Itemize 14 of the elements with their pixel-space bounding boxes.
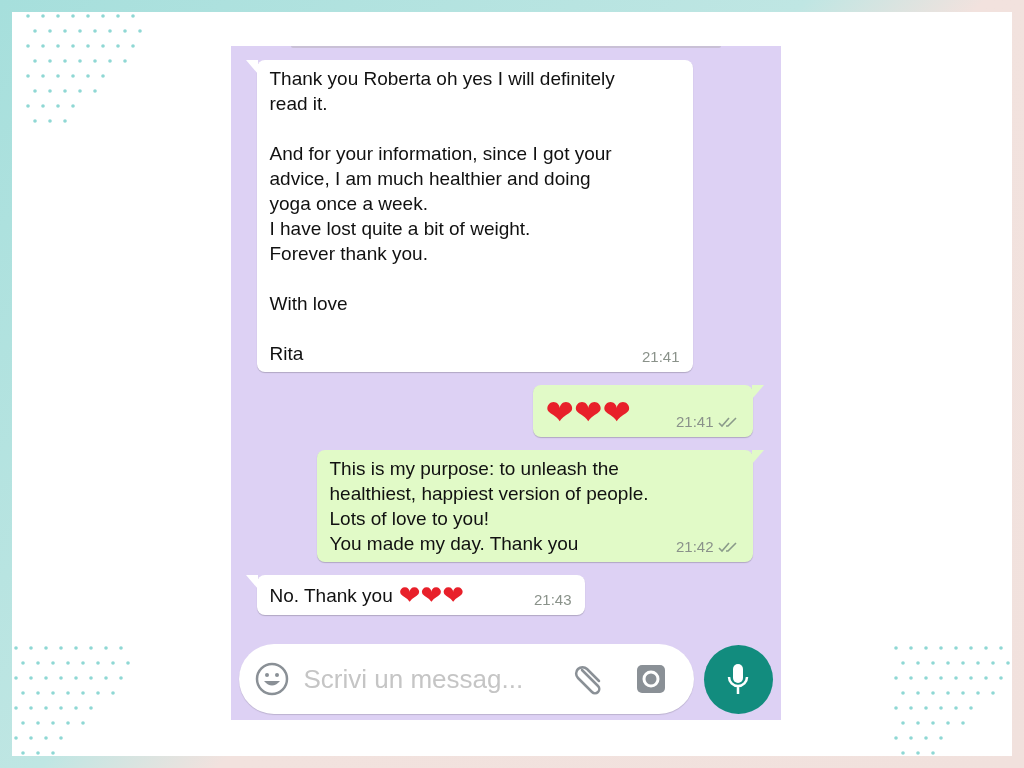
- message-time: 21:41: [675, 413, 714, 431]
- heart-emoji: ❤❤❤: [545, 393, 631, 431]
- message-text: No. Thank you: [269, 583, 393, 608]
- message-placeholder: Scrivi un messag...: [303, 662, 525, 696]
- message-time: 21:42: [675, 538, 714, 556]
- heart-emoji: ❤❤❤: [398, 581, 465, 609]
- message-text: This is my purpose: to unleash the healthiest, happiest version of people. Lots of love to you! You made my day. Thank you: [329, 457, 650, 556]
- smiley-icon[interactable]: [254, 662, 289, 696]
- message-time: 21:43: [533, 591, 572, 609]
- microphone-icon: [726, 662, 750, 696]
- message-input[interactable]: Scrivi un messag...: [238, 644, 694, 714]
- message-time: 21:41: [641, 348, 680, 366]
- camera-icon[interactable]: [635, 664, 666, 694]
- message-text: Thank you Roberta oh yes I will definitely read it. And for your information, since I got your advice, I am much healthier and doing yoga once a week. I have lost quite a bit of weight. Forever thank you. With love Rita: [269, 67, 616, 366]
